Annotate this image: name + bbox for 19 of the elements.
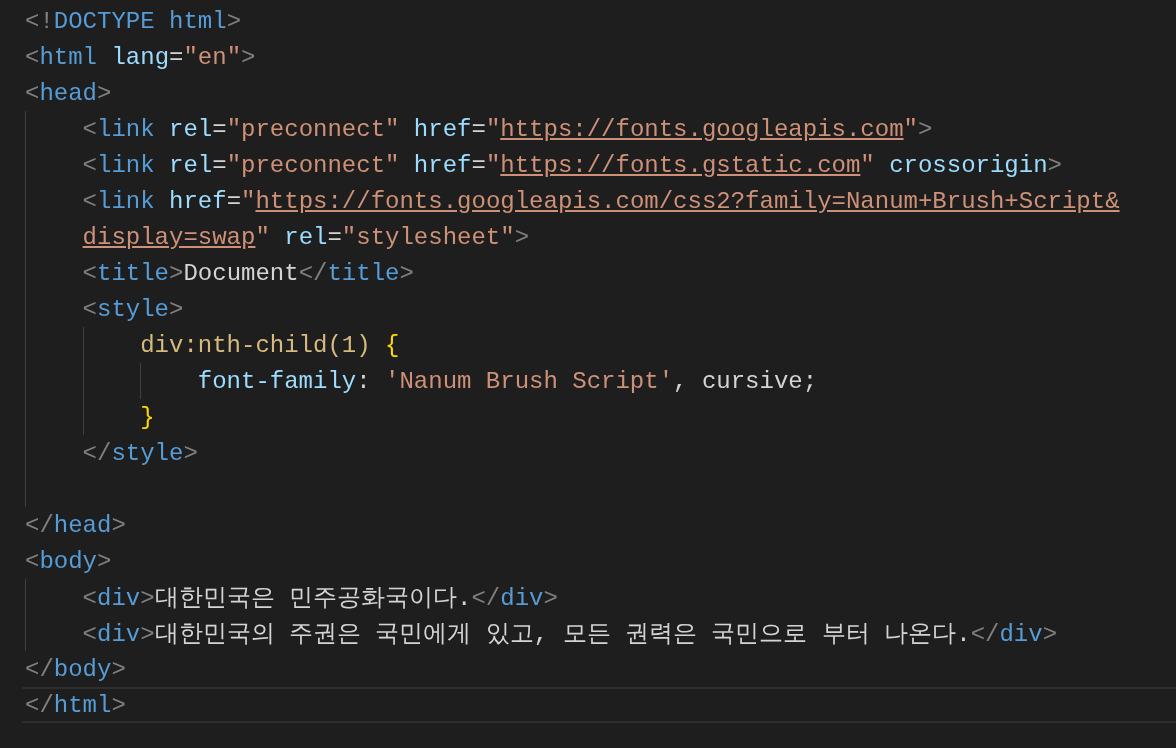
code-line: <link rel="preconnect" href="https://fonts.googleapis.com">: [82, 115, 933, 143]
code-line: <link rel="preconnect" href="https://fonts.gstatic.com" crossorigin>: [82, 151, 1062, 179]
code-line: <head>: [25, 79, 112, 107]
code-line: <html lang="en">: [25, 43, 256, 71]
code-line: display=swap" rel="stylesheet">: [82, 223, 530, 251]
code-line: }: [140, 403, 155, 431]
code-line: </style>: [82, 439, 198, 467]
code-line: <!DOCTYPE html>: [25, 7, 242, 35]
code-line: </html>: [22, 687, 1176, 723]
code-line: <div>대한민국은 민주공화국이다.</div>: [82, 584, 558, 613]
code-line: <link href="https://fonts.googleapis.com/css2?family=Nanum+Brush+Script&: [82, 187, 1120, 215]
code-line: </head>: [25, 511, 126, 539]
code-line: <div>대한민국의 주권은 국민에게 있고, 모든 권력은 국민으로 부터 나온다.</div>: [82, 620, 1058, 649]
code-line: div:nth-child(1) {: [140, 331, 400, 359]
code-line: </body>: [25, 655, 126, 683]
code-line: <body>: [25, 547, 112, 575]
code-line: <title>Document</title>: [82, 259, 414, 287]
code-line: font-family: 'Nanum Brush Script', cursive;: [197, 367, 818, 395]
code-line: <style>: [82, 295, 184, 323]
